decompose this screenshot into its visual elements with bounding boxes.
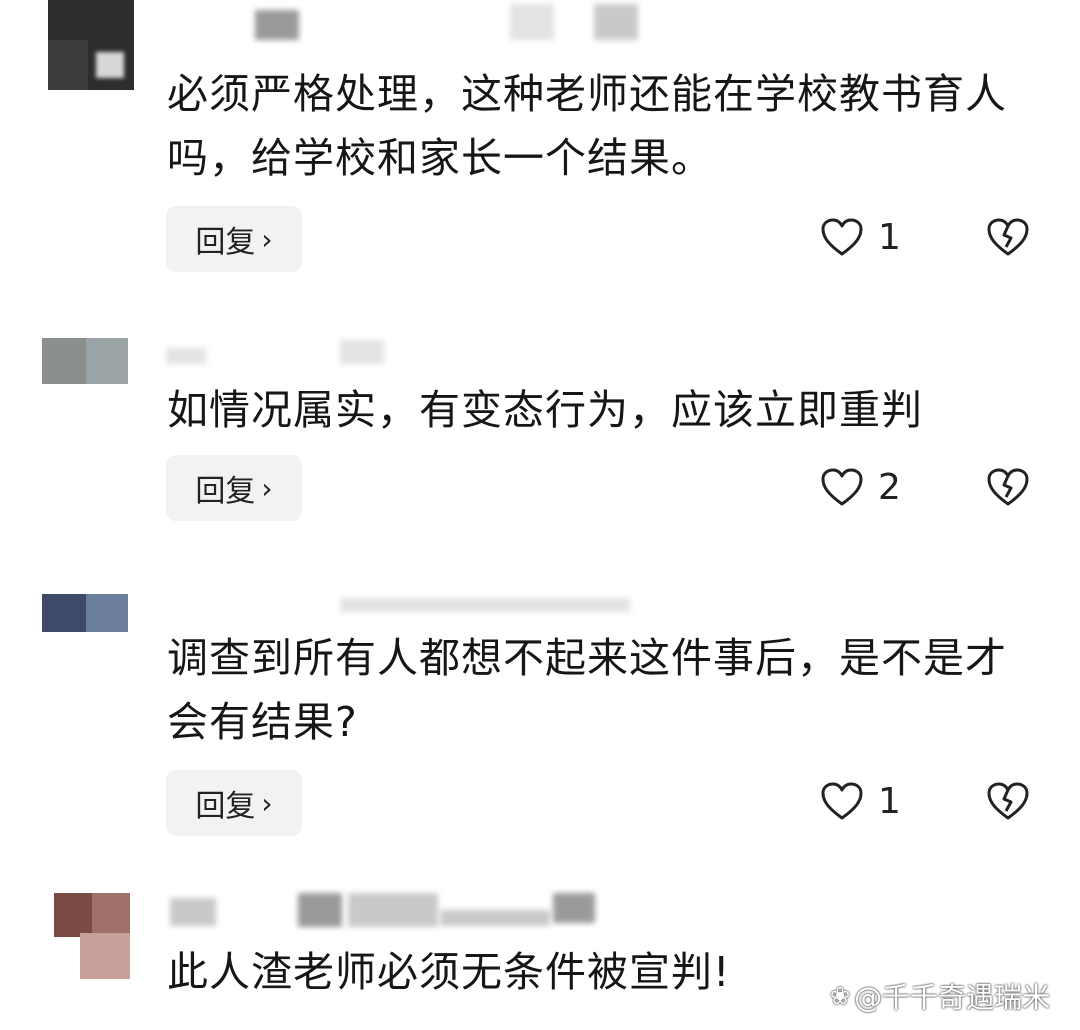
paw-icon: ❀: [830, 982, 851, 1010]
watermark-text: @千千奇遇瑞米: [854, 981, 1051, 1014]
username-redacted[interactable]: [166, 348, 206, 364]
reply-label: 回复: [195, 789, 256, 824]
chevron-right-icon: ›: [261, 786, 273, 820]
chevron-right-icon: ›: [261, 222, 273, 256]
like-button[interactable]: 1: [820, 212, 901, 262]
reply-label: 回复: [195, 225, 256, 260]
reply-button[interactable]: 回复 ›: [166, 455, 302, 521]
heart-outline-icon: [821, 782, 863, 820]
avatar[interactable]: [54, 893, 130, 979]
heart-outline-icon: [821, 468, 863, 506]
comment-text: 调查到所有人都想不起来这件事后，是不是才会有结果?: [167, 634, 1007, 746]
like-count: 1: [878, 780, 901, 822]
broken-heart-icon[interactable]: [986, 780, 1030, 822]
username-redacted[interactable]: [170, 898, 216, 926]
like-button[interactable]: 2: [820, 462, 901, 512]
avatar[interactable]: [42, 594, 128, 650]
heart-outline-icon: [821, 218, 863, 256]
metadata-redacted: [510, 4, 554, 40]
reply-button[interactable]: 回复 ›: [166, 206, 302, 272]
broken-heart-icon[interactable]: [986, 216, 1030, 258]
username-redacted[interactable]: [255, 10, 299, 40]
broken-heart-icon[interactable]: [986, 466, 1030, 508]
metadata-redacted: [298, 893, 342, 927]
watermark: ❀ @千千奇遇瑞米: [830, 976, 1050, 1016]
metadata-redacted: [553, 893, 595, 923]
metadata-redacted: [440, 910, 550, 926]
avatar[interactable]: [48, 0, 134, 90]
like-count: 2: [878, 466, 901, 508]
avatar[interactable]: [42, 338, 128, 384]
comment-text: 如情况属实，有变态行为，应该立即重判: [167, 386, 923, 434]
metadata-redacted: [594, 4, 638, 40]
username-redacted[interactable]: [340, 598, 630, 612]
reply-button[interactable]: 回复 ›: [166, 770, 302, 836]
chevron-right-icon: ›: [261, 471, 273, 505]
like-count: 1: [878, 216, 901, 258]
like-button[interactable]: 1: [820, 776, 901, 826]
comment-text: 必须严格处理，这种老师还能在学校教书育人吗，给学校和家长一个结果。: [167, 70, 1007, 182]
metadata-redacted: [340, 340, 384, 364]
metadata-redacted: [348, 893, 438, 927]
reply-label: 回复: [195, 474, 256, 509]
